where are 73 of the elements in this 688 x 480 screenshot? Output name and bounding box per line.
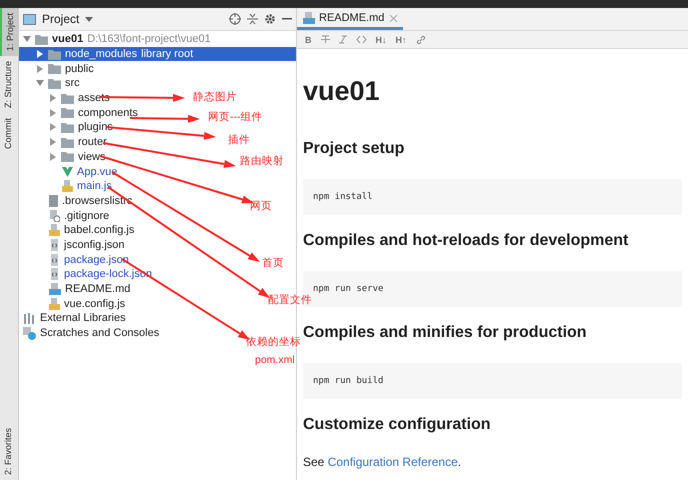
js-file-icon (49, 224, 60, 236)
js-file-icon (62, 180, 73, 192)
folder-icon (61, 92, 74, 104)
vue-logo-icon (62, 166, 73, 177)
panel-title[interactable]: Project (42, 12, 80, 26)
folder-icon (48, 78, 61, 89)
folder-icon (61, 136, 74, 148)
tree-item[interactable]: App.vue (62, 164, 118, 179)
toolbar-button[interactable]: H↑ (396, 34, 406, 44)
json-file-icon (49, 238, 60, 251)
annotation-label: 路由映射 (240, 154, 284, 168)
markdown-file-icon (303, 12, 315, 24)
annotation-label: 配置文件 (268, 293, 312, 307)
tree-item[interactable]: node_modules library root (36, 47, 194, 62)
folder-icon (61, 122, 74, 133)
tool-window-tab[interactable]: Z: Structure (0, 56, 18, 114)
toolbar-button[interactable]: B (305, 34, 312, 44)
annotation-label: 首页 (262, 256, 284, 270)
section-heading: Compiles and minifies for production (303, 323, 588, 343)
folder-icon (61, 151, 74, 162)
libraries-icon (23, 312, 36, 324)
tool-window-tab[interactable]: Commit (0, 113, 18, 154)
paragraph: See Configuration Reference. (303, 455, 462, 469)
js-file-icon (49, 298, 60, 310)
tree-item[interactable]: components (49, 106, 138, 120)
folder-icon (61, 107, 74, 118)
section-heading: Compiles and hot-reloads for development (303, 231, 630, 251)
scratches-icon (23, 326, 36, 340)
annotation-label: 插件 (228, 133, 250, 147)
caret-icon (85, 16, 94, 22)
tree-item[interactable]: .gitignore (49, 208, 110, 223)
section-heading: Customize configuration (303, 415, 492, 435)
annotation-label: 依赖的坐标 (246, 335, 301, 349)
tree-item[interactable]: main.js (62, 179, 112, 194)
json-file-icon (49, 254, 60, 266)
annotation-label: 网页 (250, 199, 272, 213)
tool-window-tab[interactable]: 2: Favorites (0, 422, 18, 480)
link-icon[interactable] (416, 34, 426, 44)
settings-icon[interactable] (264, 13, 276, 25)
ignore-file-icon (49, 210, 60, 222)
tool-window-tab[interactable]: 1: Project (0, 8, 18, 56)
tree-item[interactable]: public (36, 62, 94, 76)
strikethrough-icon[interactable] (320, 35, 330, 44)
window-icon (23, 14, 36, 24)
close-icon[interactable] (390, 14, 398, 22)
tree-item[interactable]: jsconfig.json (49, 238, 125, 252)
minimize-icon[interactable] (282, 18, 292, 20)
code-block: npm install (303, 179, 682, 215)
reference-link[interactable]: Configuration Reference (328, 455, 458, 469)
tree-item[interactable]: Scratches and Consoles (23, 326, 160, 340)
collapse-icon[interactable] (247, 13, 258, 25)
tree-item[interactable]: babel.config.js (49, 223, 134, 238)
markdown-file-icon (49, 283, 61, 296)
annotation-label: pom.xml (255, 354, 295, 366)
toolbar-button[interactable]: H↓ (376, 34, 386, 44)
section-heading: Project setup (303, 139, 406, 159)
annotation-label: 静态图片 (193, 90, 237, 104)
tree-item[interactable]: src (36, 76, 80, 90)
folder-icon (48, 48, 61, 60)
tree-item[interactable]: External Libraries (23, 311, 126, 326)
code-block: npm run build (303, 363, 682, 399)
italic-icon[interactable] (338, 35, 346, 44)
tree-item[interactable]: router (49, 135, 107, 150)
json-file-icon (49, 268, 60, 280)
annotation-label: 网页---组件 (208, 110, 262, 124)
code-icon[interactable] (356, 35, 366, 44)
target-icon[interactable] (229, 13, 241, 25)
tree-item[interactable]: package.json (49, 252, 129, 267)
tree-item[interactable]: README.md (49, 282, 130, 296)
tree-item[interactable]: vue01 D:\163\font-project\vue01 (23, 32, 211, 46)
document-title: vue01 (303, 75, 381, 107)
tree-item[interactable]: vue.config.js (49, 296, 126, 311)
file-icon (49, 194, 58, 207)
